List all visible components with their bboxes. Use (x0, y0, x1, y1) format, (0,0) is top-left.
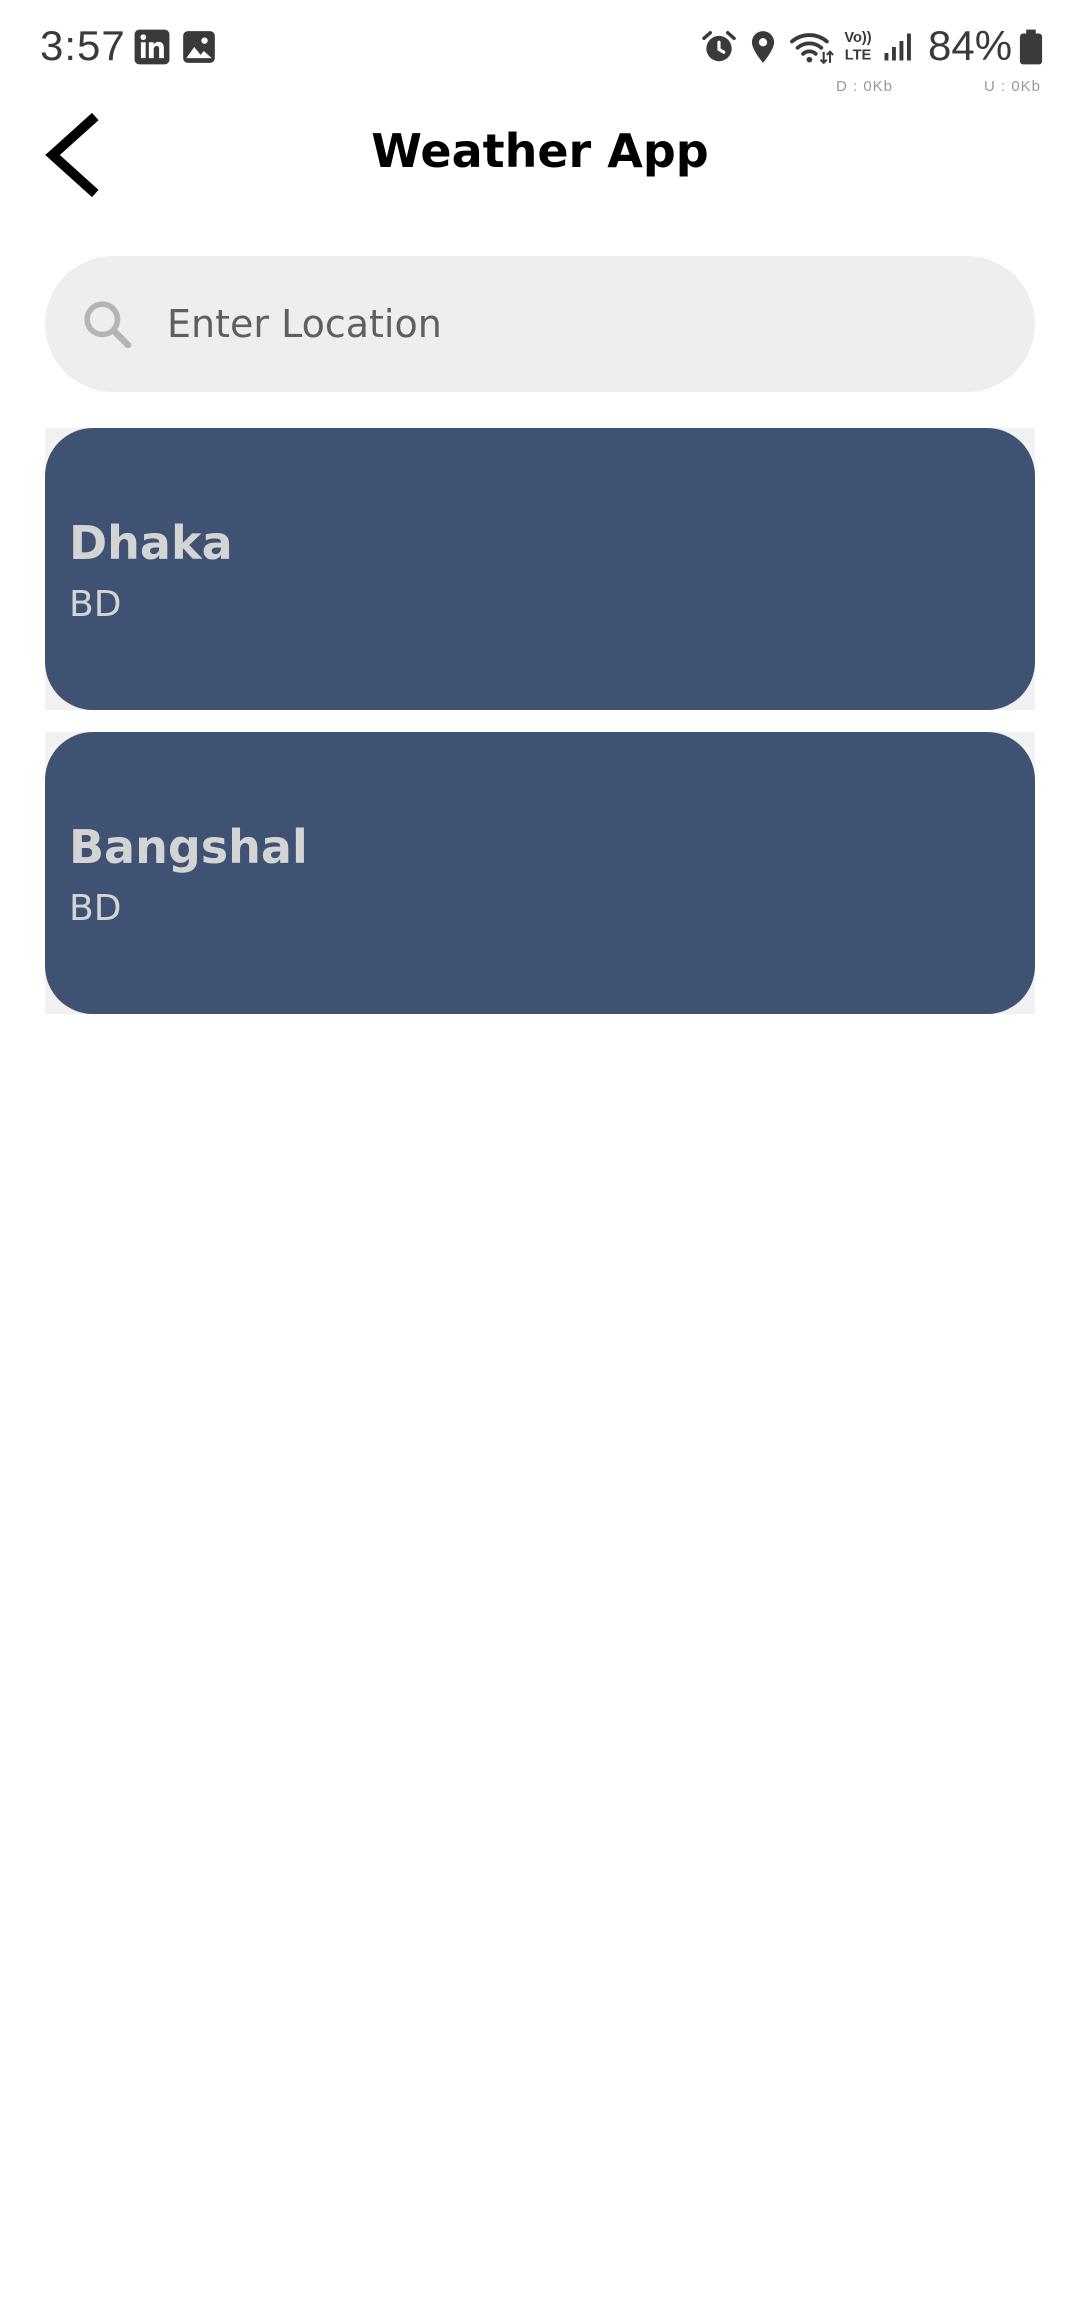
search-bar[interactable] (45, 256, 1035, 392)
gallery-icon (180, 28, 218, 66)
search-input[interactable] (167, 256, 987, 392)
signal-icon (880, 28, 916, 66)
battery-percentage: 84% (928, 22, 1013, 69)
location-city: Dhaka (69, 516, 233, 570)
weather-app-screen: 3:57 Vo)) LTE 84% D : 0Kb U: 0Kb Weathe… (0, 0, 1080, 2316)
battery-icon (1016, 28, 1046, 66)
location-country: BD (69, 888, 122, 929)
location-card-container: Dhaka BD (45, 428, 1035, 710)
location-card-bangshal[interactable]: Bangshal BD (45, 732, 1035, 1014)
status-bar: 3:57 Vo)) LTE 84% D : 0Kb U: 0Kb (0, 0, 1080, 100)
location-pin-icon (744, 28, 782, 66)
wifi-icon (788, 28, 834, 66)
location-card-container: Bangshal BD (45, 732, 1035, 1014)
volte-text-top: Vo)) (844, 30, 871, 46)
download-speed: D : 0Kb (836, 78, 894, 95)
linkedin-icon (133, 28, 171, 66)
volte-text-bottom: LTE (845, 48, 872, 64)
alarm-icon (700, 28, 738, 66)
search-icon (79, 296, 135, 352)
upload-speed: U : 0Kb (984, 78, 1042, 95)
status-time: 3:57 (40, 22, 126, 69)
page-title: Weather App (371, 124, 709, 178)
location-country: BD (69, 584, 122, 625)
volte-icon: Vo)) LTE (838, 26, 878, 64)
app-bar: Weather App (0, 100, 1080, 210)
location-card-dhaka[interactable]: Dhaka BD (45, 428, 1035, 710)
location-city: Bangshal (69, 820, 308, 874)
